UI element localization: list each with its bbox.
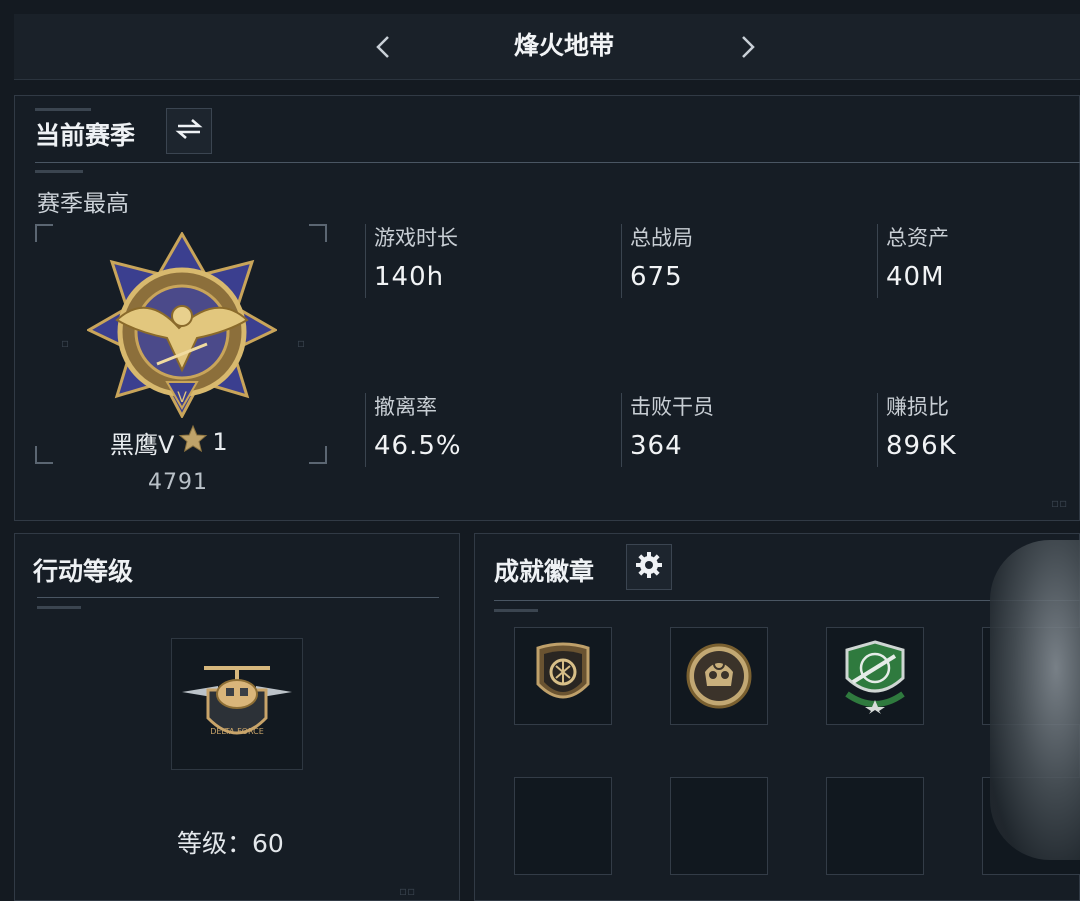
- section-divider: [37, 597, 439, 598]
- season-title: 当前赛季: [35, 121, 136, 150]
- badge-slot[interactable]: [514, 627, 612, 725]
- panel-corner-marker: ▫▫: [399, 884, 416, 898]
- stat-value: 896K: [886, 431, 957, 461]
- stat-total-matches: 总战局 675: [621, 224, 861, 298]
- rank-star-count: 1: [212, 428, 228, 456]
- section-divider: [35, 162, 1080, 163]
- gear-icon: [635, 551, 663, 583]
- stat-label: 击败干员: [630, 395, 714, 419]
- shield-badge-icon: [536, 642, 590, 699]
- frame-corner: [35, 446, 53, 464]
- badge-slot[interactable]: [826, 627, 924, 725]
- stat-value: 40M: [886, 262, 945, 292]
- level-label: 等级：: [177, 829, 253, 858]
- decorative-tag: [35, 108, 91, 111]
- badge-slot[interactable]: [670, 627, 768, 725]
- skull-badge-icon: [686, 643, 752, 709]
- operation-level-title: 行动等级: [33, 557, 134, 586]
- chevron-left-icon[interactable]: [368, 32, 398, 62]
- stat-label: 赚损比: [886, 395, 949, 419]
- svg-text:V: V: [177, 390, 187, 406]
- level-number: 60: [252, 829, 284, 858]
- helicopter-emblem-icon: DELTA FORCE: [182, 666, 292, 736]
- decorative-tag: [35, 170, 83, 173]
- badge-slot-empty[interactable]: [514, 777, 612, 875]
- season-panel: 当前赛季 赛季最高 ▫ ▫ V 黑鹰V 1 4791 游戏时长 140h 总战局…: [14, 95, 1080, 521]
- badge-slot-empty[interactable]: [670, 777, 768, 875]
- stat-value: 364: [630, 431, 683, 461]
- season-best-label: 赛季最高: [37, 191, 129, 217]
- frame-corner: [309, 446, 327, 464]
- rifle-badge-icon: [845, 640, 905, 714]
- stat-play-time: 游戏时长 140h: [365, 224, 605, 298]
- black-hawk-rank-medal-icon: V: [87, 232, 277, 418]
- character-model-partial: [990, 540, 1080, 860]
- stat-value: 46.5%: [374, 431, 462, 461]
- svg-text:DELTA FORCE: DELTA FORCE: [210, 727, 264, 736]
- stat-value: 140h: [374, 262, 445, 292]
- stat-label: 总战局: [630, 226, 693, 250]
- decorative-tag: [494, 609, 538, 612]
- season-switch-button[interactable]: [166, 108, 212, 154]
- frame-corner: [35, 224, 53, 242]
- badge-settings-button[interactable]: [626, 544, 672, 590]
- frame-marker: ▫: [61, 336, 70, 350]
- rank-name: 黑鹰V 1: [110, 424, 228, 460]
- badge-slot-empty[interactable]: [826, 777, 924, 875]
- operation-level-value: 等级：60: [177, 824, 284, 860]
- rank-title: 黑鹰V: [110, 430, 175, 459]
- stat-profit-loss-ratio: 赚损比 896K: [877, 393, 1077, 467]
- stat-total-assets: 总资产 40M: [877, 224, 1077, 298]
- stat-operators-defeated: 击败干员 364: [621, 393, 861, 467]
- stat-label: 总资产: [886, 226, 949, 250]
- panel-corner-marker: ▫▫: [1051, 496, 1068, 510]
- frame-marker: ▫: [297, 336, 306, 350]
- achievements-title: 成就徽章: [494, 557, 595, 586]
- stat-value: 675: [630, 262, 683, 292]
- stat-label: 游戏时长: [374, 226, 458, 250]
- stat-extraction-rate: 撤离率 46.5%: [365, 393, 605, 467]
- swap-arrows-icon: [175, 117, 203, 145]
- frame-corner: [309, 224, 327, 242]
- mode-switcher-bar: 烽火地带: [14, 14, 1080, 80]
- decorative-tag: [37, 606, 81, 609]
- stat-label: 撤离率: [374, 395, 437, 419]
- level-emblem-frame: DELTA FORCE: [171, 638, 303, 770]
- rank-score: 4791: [148, 470, 208, 495]
- operation-level-panel: 行动等级 DELTA FORCE 等级：60 ▫▫: [14, 533, 460, 901]
- mode-title: 烽火地带: [513, 31, 614, 60]
- star-icon: [178, 424, 208, 460]
- chevron-right-icon[interactable]: [733, 32, 763, 62]
